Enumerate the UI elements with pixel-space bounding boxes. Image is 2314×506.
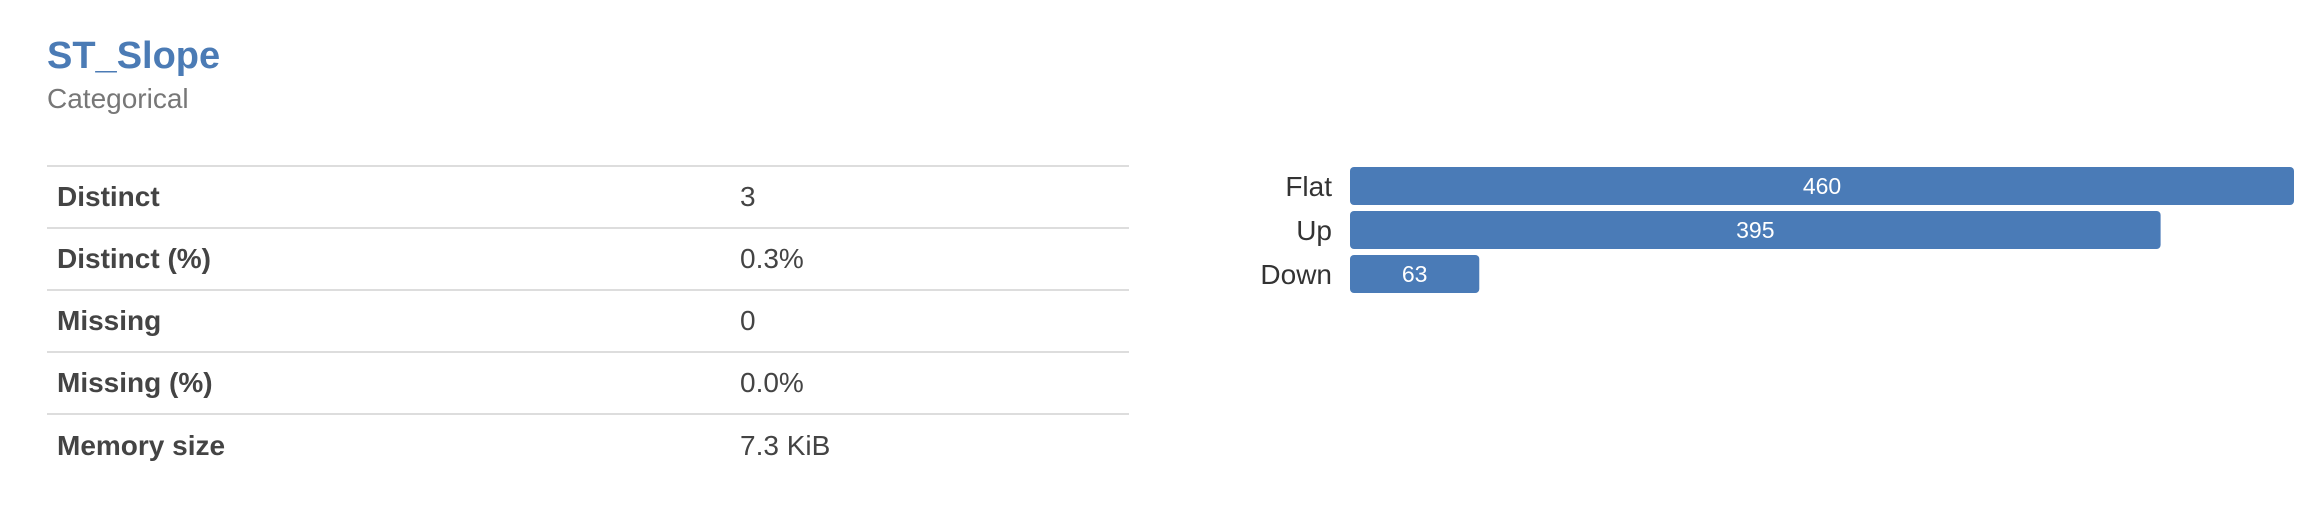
stat-value: 0.0% [740,367,804,398]
variable-type-label: Categorical [47,83,189,114]
category-frequency-chart: Flat 460 Up 395 Down 63 [1240,160,2310,310]
stats-row-distinct: Distinct 3 [47,166,1129,228]
variable-name-link[interactable]: ST_Slope [47,34,220,80]
stat-value: 0.3% [740,243,804,274]
bar-value-label: 395 [1736,217,1774,243]
bar-value-label: 63 [1402,261,1428,287]
stats-row-missing-percent: Missing (%) 0.0% [47,352,1129,414]
stat-label: Distinct [57,181,160,212]
bar-chart-svg: Flat 460 Up 395 Down 63 [1260,167,2294,293]
bar-category-label: Up [1296,215,1332,246]
stat-value: 3 [740,181,756,212]
stats-table: Distinct 3 Distinct (%) 0.3% Missing 0 M… [47,165,1129,476]
stat-value: 0 [740,305,756,336]
stats-row-distinct-percent: Distinct (%) 0.3% [47,228,1129,290]
bar-category-label: Flat [1285,171,1332,202]
stat-label: Distinct (%) [57,243,211,274]
bar-value-label: 460 [1803,173,1841,199]
stat-label: Memory size [57,429,226,461]
stat-label: Missing [57,305,162,336]
stats-row-memory-size: Memory size 7.3 KiB [47,414,1129,476]
stat-label: Missing (%) [57,367,213,398]
stats-row-missing: Missing 0 [47,290,1129,352]
stat-value: 7.3 KiB [740,429,831,461]
bar-category-label: Down [1260,259,1332,290]
